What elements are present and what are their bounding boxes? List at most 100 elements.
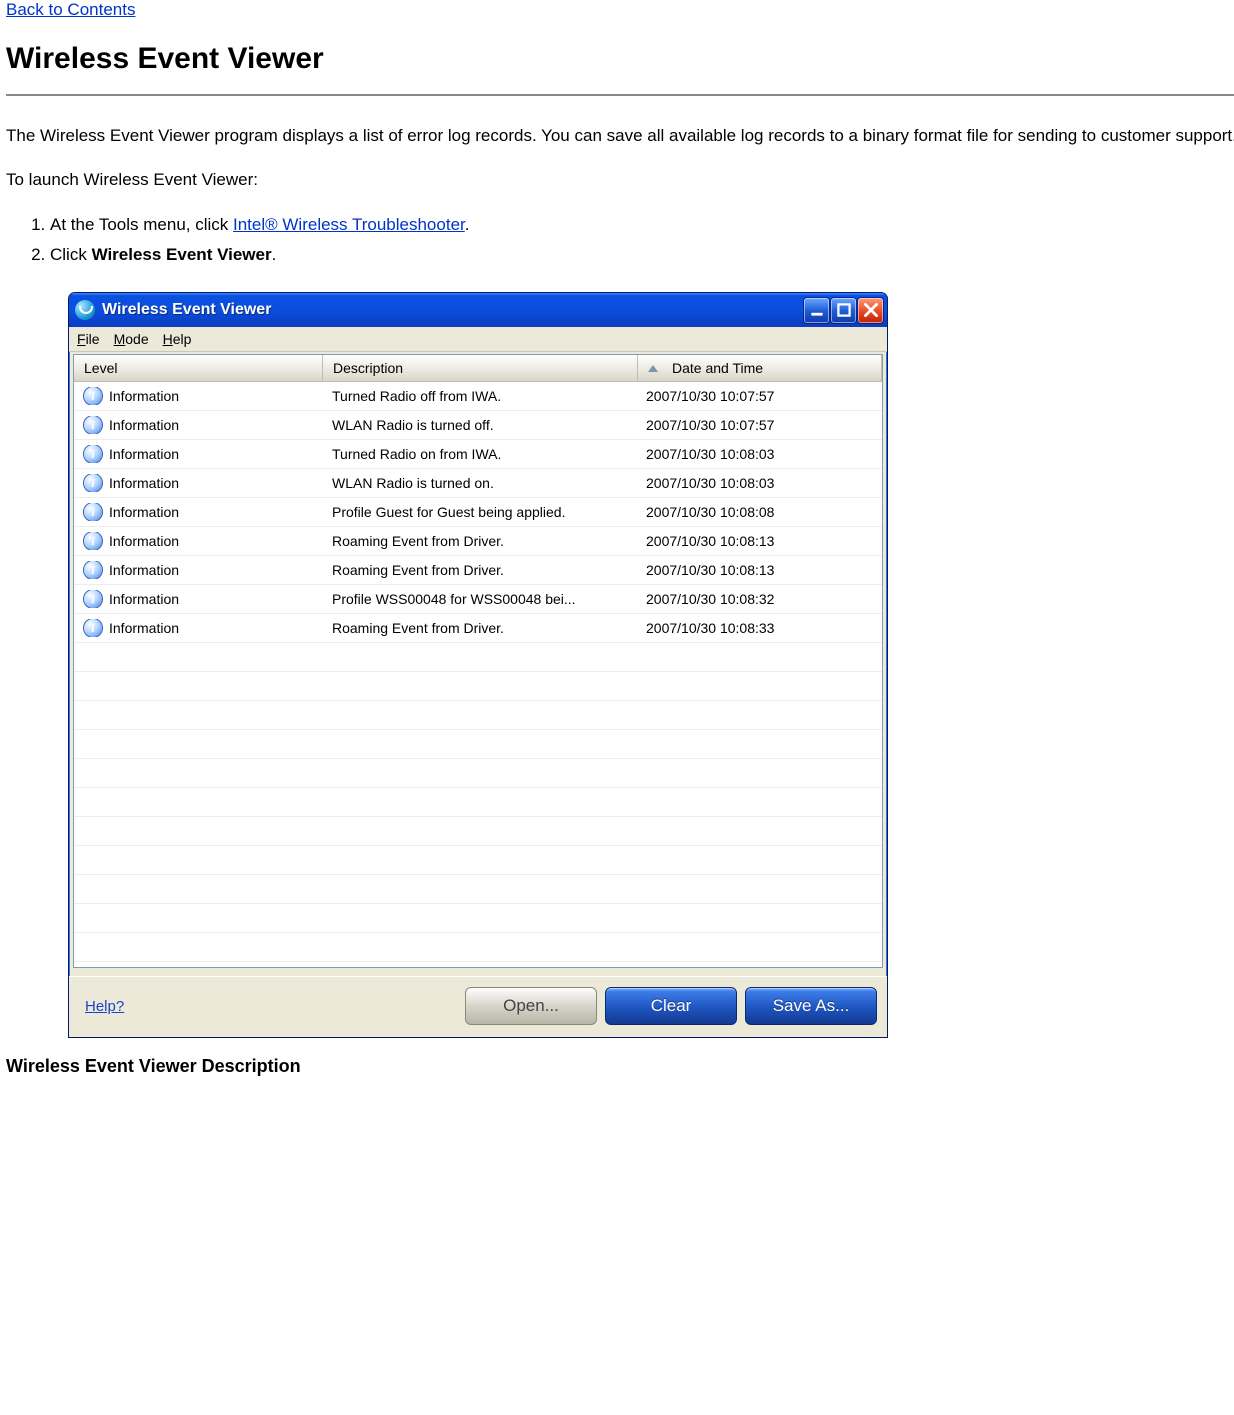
titlebar[interactable]: Wireless Event Viewer <box>69 293 887 327</box>
clear-button[interactable]: Clear <box>605 987 737 1025</box>
col-header-date[interactable]: Date and Time <box>638 355 882 381</box>
menu-mode[interactable]: Mode <box>114 331 149 347</box>
cell-date: 2007/10/30 10:08:03 <box>636 475 882 491</box>
cell-level-text: Information <box>109 562 179 578</box>
close-button[interactable] <box>858 298 883 323</box>
save-as-button[interactable]: Save As... <box>745 987 877 1025</box>
cell-level: i Information <box>74 619 322 637</box>
info-icon: i <box>84 474 102 492</box>
step-2-bold: Wireless Event Viewer <box>92 245 272 264</box>
window-footer: Help? Open... Clear Save As... <box>69 976 887 1037</box>
section-heading: Wireless Event Viewer Description <box>6 1056 1234 1077</box>
cell-level-text: Information <box>109 504 179 520</box>
table-row-empty <box>74 817 882 846</box>
sort-ascending-icon <box>648 365 658 372</box>
table-row[interactable]: iInformationRoaming Event from Driver.20… <box>74 527 882 556</box>
table-row-empty <box>74 933 882 962</box>
cell-description: Roaming Event from Driver. <box>322 562 636 578</box>
step-2-pre: Click <box>50 245 92 264</box>
close-icon <box>864 303 878 317</box>
table-row[interactable]: i Information Profile Guest for Guest bein… <box>74 498 882 527</box>
step-1: At the Tools menu, click Intel® Wireless… <box>50 212 1234 238</box>
maximize-button[interactable] <box>831 298 856 323</box>
window-title: Wireless Event Viewer <box>102 301 271 319</box>
table-row[interactable]: i Information WLAN Radio is turned off.200… <box>74 411 882 440</box>
cell-description: Profile Guest for Guest being applied. <box>322 504 636 520</box>
page-title: Wireless Event Viewer <box>6 42 1234 76</box>
info-icon: i <box>84 590 102 608</box>
minimize-icon <box>810 303 824 317</box>
minimize-button[interactable] <box>804 298 829 323</box>
col-header-level[interactable]: Level <box>74 355 323 381</box>
help-link[interactable]: Help? <box>85 998 124 1015</box>
cell-date: 2007/10/30 10:08:13 <box>636 533 882 549</box>
cell-date: 2007/10/30 10:08:32 <box>636 591 882 607</box>
table-row[interactable]: iInformationRoaming Event from Driver.20… <box>74 556 882 585</box>
cell-date: 2007/10/30 10:07:57 <box>636 417 882 433</box>
cell-description: WLAN Radio is turned off. <box>322 417 636 433</box>
cell-level: iInformation <box>74 387 322 405</box>
intro-paragraph: The Wireless Event Viewer program displa… <box>6 124 1234 148</box>
cell-description: WLAN Radio is turned on. <box>322 475 636 491</box>
cell-date: 2007/10/30 10:07:57 <box>636 388 882 404</box>
table-row-empty <box>74 672 882 701</box>
cell-level: i Information <box>74 474 322 492</box>
event-list[interactable]: Level Description Date and Time iInforma… <box>73 354 883 968</box>
cell-date: 2007/10/30 10:08:03 <box>636 446 882 462</box>
table-row[interactable]: i Information Roaming Event from Driver.20… <box>74 614 882 643</box>
info-icon: i <box>84 445 102 463</box>
step-2: Click Wireless Event Viewer. <box>50 242 1234 268</box>
step-1-post: . <box>465 215 470 234</box>
table-row[interactable]: iInformationTurned Radio off from IWA.20… <box>74 382 882 411</box>
cell-level: i Information <box>74 532 322 550</box>
cell-level-text: Information <box>109 475 179 491</box>
cell-level: i Information <box>74 416 322 434</box>
table-row-empty <box>74 759 882 788</box>
step-1-pre: At the Tools menu, click <box>50 215 233 234</box>
table-row-empty <box>74 701 882 730</box>
cell-date: 2007/10/30 10:08:33 <box>636 620 882 636</box>
table-row-empty <box>74 788 882 817</box>
cell-level: iInformation <box>74 590 322 608</box>
info-icon: i <box>84 416 102 434</box>
cell-level-text: Information <box>109 533 179 549</box>
maximize-icon <box>837 303 851 317</box>
table-row-empty <box>74 875 882 904</box>
table-row[interactable]: i Information Turned Radio on from IWA.200… <box>74 440 882 469</box>
table-row-empty <box>74 846 882 875</box>
menu-file[interactable]: File <box>77 331 100 347</box>
cell-description: Profile WSS00048 for WSS00048 bei... <box>322 591 636 607</box>
steps-list: At the Tools menu, click Intel® Wireless… <box>28 212 1234 269</box>
table-row-empty <box>74 904 882 933</box>
cell-date: 2007/10/30 10:08:13 <box>636 562 882 578</box>
cell-description: Turned Radio on from IWA. <box>322 446 636 462</box>
divider <box>6 94 1234 96</box>
cell-level-text: Information <box>109 417 179 433</box>
launch-lead: To launch Wireless Event Viewer: <box>6 168 1234 192</box>
cell-level: iInformation <box>74 561 322 579</box>
list-header: Level Description Date and Time <box>74 355 882 382</box>
info-icon: i <box>84 619 102 637</box>
info-icon: i <box>84 503 102 521</box>
cell-description: Turned Radio off from IWA. <box>322 388 636 404</box>
cell-level-text: Information <box>109 620 179 636</box>
cell-description: Roaming Event from Driver. <box>322 620 636 636</box>
col-header-date-label: Date and Time <box>672 360 763 376</box>
table-row[interactable]: i Information WLAN Radio is turned on.2007… <box>74 469 882 498</box>
step-2-post: . <box>272 245 277 264</box>
menu-help[interactable]: Help <box>163 331 192 347</box>
app-icon <box>75 300 95 320</box>
back-to-contents-link[interactable]: Back to Contents <box>6 0 135 19</box>
table-row-empty <box>74 643 882 672</box>
cell-level: i Information <box>74 445 322 463</box>
cell-date: 2007/10/30 10:08:08 <box>636 504 882 520</box>
event-viewer-window: Wireless Event Viewer File Mode Help Lev… <box>68 292 888 1038</box>
table-row-empty <box>74 730 882 759</box>
cell-level: i Information <box>74 503 322 521</box>
info-icon: i <box>84 532 102 550</box>
cell-level-text: Information <box>109 446 179 462</box>
col-header-description[interactable]: Description <box>323 355 638 381</box>
open-button[interactable]: Open... <box>465 987 597 1025</box>
troubleshooter-link[interactable]: Intel® Wireless Troubleshooter <box>233 215 465 234</box>
table-row[interactable]: iInformationProfile WSS00048 for WSS0004… <box>74 585 882 614</box>
